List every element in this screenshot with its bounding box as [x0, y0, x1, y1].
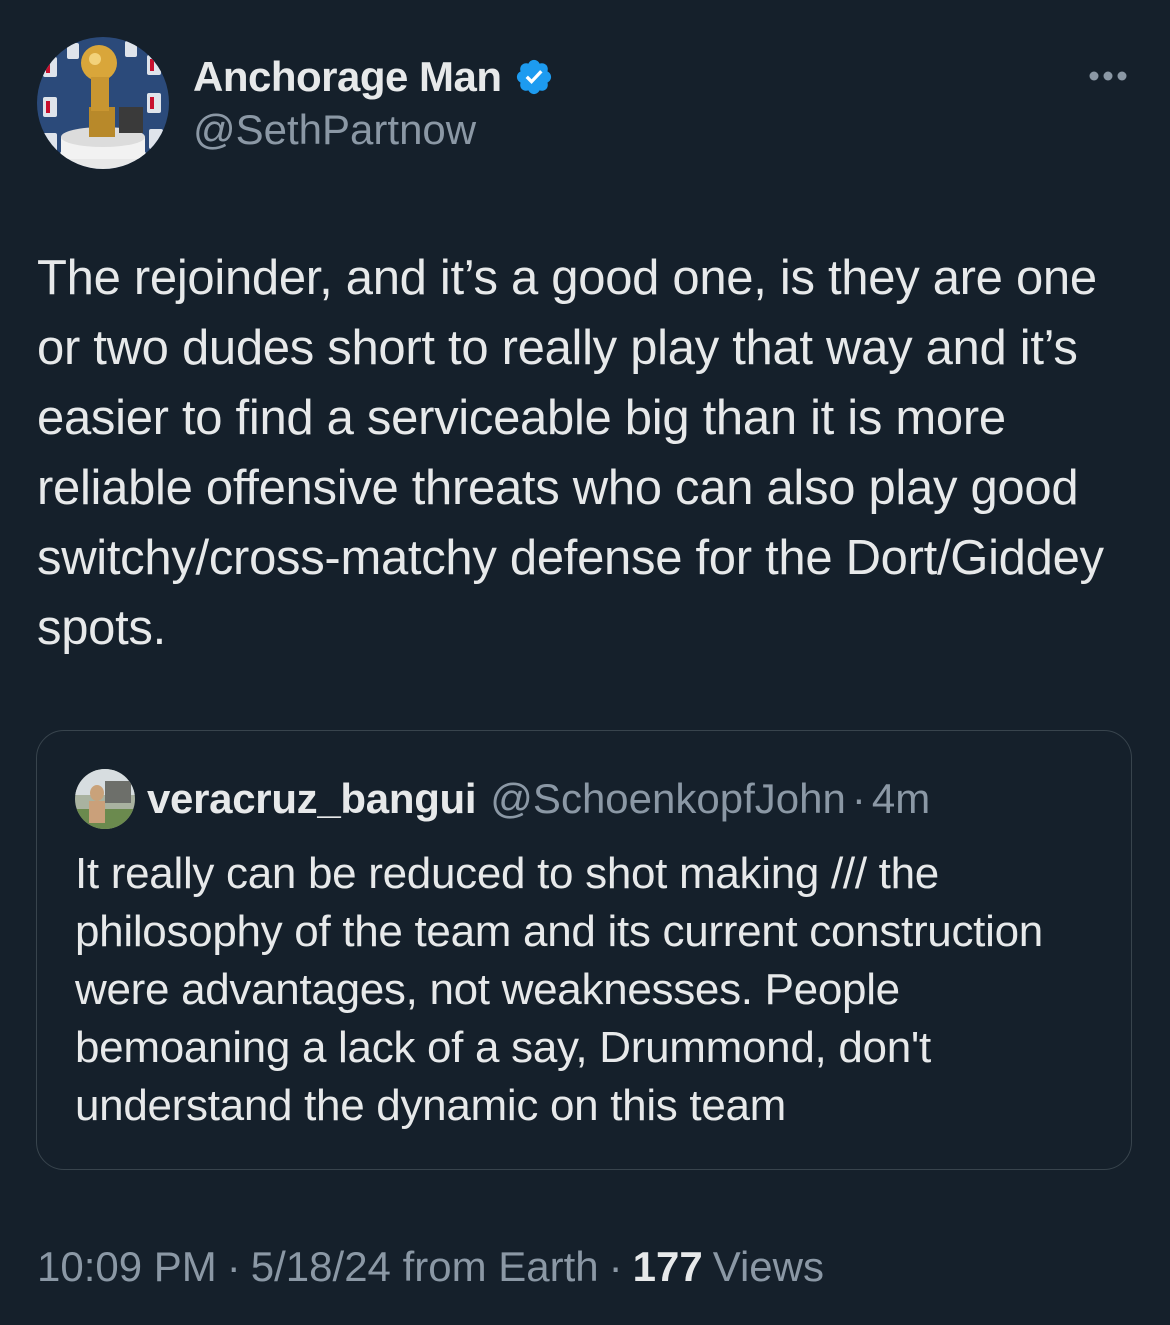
- quoted-timestamp[interactable]: 4m: [872, 775, 930, 823]
- tweet-time[interactable]: 10:09 PM: [37, 1243, 217, 1291]
- meta-separator: ·: [608, 1243, 623, 1290]
- verified-badge-icon[interactable]: [514, 57, 554, 97]
- tweet-meta: 10:09 PM · 5/18/24 from Earth · 177 View…: [37, 1243, 824, 1291]
- author-handle[interactable]: @SethPartnow: [193, 106, 476, 154]
- author-display-name[interactable]: Anchorage Man: [193, 53, 502, 101]
- views-count: 177: [632, 1243, 703, 1290]
- quoted-tweet-header: veracruz_bangui @SchoenkopfJohn · 4m: [147, 775, 930, 823]
- more-options-icon[interactable]: [1080, 56, 1136, 96]
- quoted-author-avatar: [75, 769, 135, 829]
- meta-separator: ·: [226, 1243, 241, 1290]
- quoted-display-name[interactable]: veracruz_bangui: [147, 775, 477, 823]
- quoted-tweet-text: It really can be reduced to shot making …: [75, 849, 1043, 1130]
- views-label: Views: [712, 1243, 824, 1290]
- tweet-date-source[interactable]: 5/18/24 from Earth: [251, 1243, 599, 1291]
- author-name-row: Anchorage Man: [193, 50, 554, 104]
- quoted-separator: ·: [851, 775, 866, 822]
- quoted-handle[interactable]: @SchoenkopfJohn: [490, 775, 846, 823]
- author-avatar[interactable]: [37, 37, 169, 169]
- avatar-trophy-image: [37, 37, 169, 169]
- quoted-tweet-card[interactable]: veracruz_bangui @SchoenkopfJohn · 4m It …: [36, 730, 1132, 1170]
- tweet-text: The rejoinder, and it’s a good one, is t…: [37, 251, 1104, 655]
